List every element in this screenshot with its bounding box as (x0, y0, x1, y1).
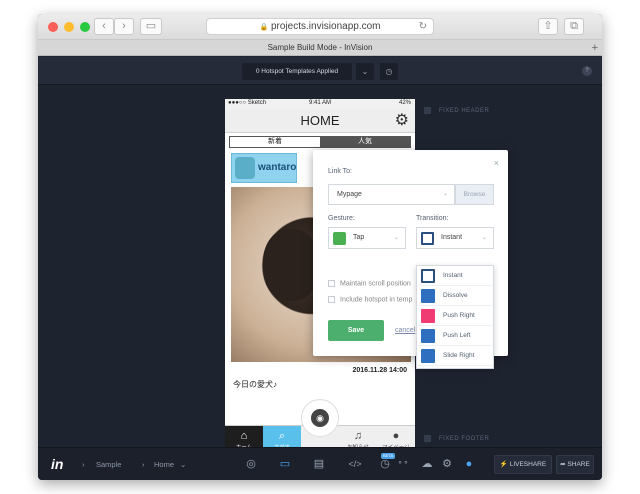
bottom-toolbar: in › Sample › Home ⌄ ◎ ▭ ▤ </> BETA ◷ ⚬⚬… (38, 447, 602, 480)
tab-title[interactable]: Sample Build Mode - InVision (268, 43, 373, 52)
save-button[interactable]: Save (328, 320, 384, 341)
clock-text: 9:41 AM (309, 100, 332, 106)
page-title: HOME (300, 113, 340, 128)
help-icon[interactable]: ? (582, 66, 592, 76)
liveshare-button[interactable]: ⚡ LIVESHARE (494, 455, 552, 474)
build-mode-icon[interactable]: ▭ (278, 457, 292, 471)
transition-option-push-left[interactable]: Push Left (417, 326, 493, 346)
phone-nav-bar: HOME ⚙ (225, 109, 415, 133)
share-button[interactable]: ➦ SHARE (556, 455, 594, 474)
sidebar-icon[interactable]: ▭ (140, 18, 162, 35)
maintain-scroll-checkbox[interactable]: Maintain scroll position (328, 280, 411, 287)
segment-new[interactable]: 新着 (230, 137, 320, 147)
chevron-down-icon: ⌄ (393, 235, 399, 241)
breadcrumb-screen[interactable]: Home (154, 460, 174, 469)
home-icon: ⌂ (240, 430, 248, 442)
carrier-text: ●●●○○ Sketch (228, 100, 267, 106)
browser-titlebar: ‹ › ▭ 🔒 projects.invisionapp.com ↻ ⇧ ⧉ (38, 14, 602, 40)
camera-button[interactable]: ◉ (301, 399, 339, 437)
transition-option-instant[interactable]: Instant (417, 266, 493, 286)
preview-icon[interactable]: ◎ (244, 457, 258, 471)
chevron-down-icon: ⌄ (481, 235, 487, 241)
segment-popular[interactable]: 人気 (320, 137, 410, 147)
templates-caret-icon[interactable]: ⌄ (356, 63, 374, 80)
dog-avatar-icon (235, 157, 255, 179)
post-date: 2016.11.28 14:00 (352, 367, 408, 374)
breadcrumb-separator: › (142, 460, 145, 469)
battery-text: 42% (398, 100, 411, 106)
segmented-control: 新着 人気 (229, 136, 411, 148)
transition-dropdown: Instant Dissolve Push Right Push Left Sl… (416, 265, 494, 369)
transition-option-dissolve[interactable]: Dissolve (417, 286, 493, 306)
history-icon[interactable]: ◷ (378, 457, 392, 471)
breadcrumb-separator: › (82, 460, 85, 469)
comment-icon[interactable]: ▤ (312, 457, 326, 471)
person-icon: ● (392, 430, 400, 442)
include-hotspot-checkbox[interactable]: Include hotspot in temp (328, 296, 412, 303)
search-icon: ⌕ (278, 430, 286, 442)
close-window-button[interactable] (48, 22, 58, 32)
post-caption: 今日の愛犬♪ (233, 380, 277, 389)
link-to-select[interactable]: Mypage ⌄ (328, 184, 455, 205)
build-toolbar: 0 Hotspot Templates Applied ⌄ ◷ ? (38, 57, 602, 85)
transition-label: Transition: (416, 215, 449, 222)
phone-status-bar: ●●●○○ Sketch 9:41 AM 42% (225, 99, 415, 109)
address-bar[interactable]: 🔒 projects.invisionapp.com ↻ (206, 18, 434, 35)
gesture-select[interactable]: Tap ⌄ (328, 227, 406, 249)
zoom-window-button[interactable] (80, 22, 90, 32)
fixed-footer-handle-icon (424, 435, 431, 442)
user-badge[interactable]: wantaro (231, 153, 297, 183)
lightning-icon: ⚡ (499, 461, 508, 468)
push-left-icon (421, 329, 435, 343)
invision-logo[interactable]: in (51, 456, 63, 472)
camera-icon: ◉ (311, 409, 329, 427)
user-name: wantaro (258, 162, 297, 173)
transition-select[interactable]: Instant ⌄ (416, 227, 494, 249)
cancel-link[interactable]: cancel (395, 327, 415, 334)
link-to-label: Link To: (328, 168, 352, 175)
transition-option-push-right[interactable]: Push Right (417, 306, 493, 326)
cloud-icon[interactable]: ☁ (420, 457, 434, 471)
dissolve-icon (421, 289, 435, 303)
reload-icon[interactable]: ↻ (419, 19, 427, 35)
fixed-footer-label[interactable]: FIXED FOOTER (424, 435, 489, 442)
lock-icon: 🔒 (259, 24, 269, 31)
minimize-window-button[interactable] (64, 22, 74, 32)
fixed-header-handle-icon (424, 107, 431, 114)
url-text: projects.invisionapp.com (271, 21, 381, 32)
inspect-icon[interactable]: </> (344, 457, 366, 471)
share-icon[interactable]: ⇧ (538, 18, 558, 35)
tab-bar: Sample Build Mode - InVision + (38, 40, 602, 56)
forward-icon[interactable]: › (114, 18, 134, 35)
gear-icon[interactable]: ⚙ (395, 112, 409, 129)
back-icon[interactable]: ‹ (94, 18, 114, 35)
browser-window: ‹ › ▭ 🔒 projects.invisionapp.com ↻ ⇧ ⧉ S… (38, 14, 602, 480)
share-arrow-icon: ➦ (560, 461, 566, 468)
hotspot-modal: × Link To: Mypage ⌄ Browse Gesture: Tap … (313, 150, 508, 369)
workflow-icon[interactable]: ⚬⚬ (396, 457, 410, 471)
pug-image (263, 229, 319, 301)
gear-icon[interactable]: ⚙ (440, 457, 454, 471)
breadcrumb-project[interactable]: Sample (96, 460, 121, 469)
transition-option-slide-right[interactable]: Slide Right (417, 346, 493, 366)
slide-right-icon (421, 349, 435, 363)
browse-button[interactable]: Browse (455, 184, 494, 205)
chevron-down-icon: ⌄ (442, 191, 448, 197)
push-right-icon (421, 309, 435, 323)
screen-caret-icon[interactable]: ⌄ (180, 460, 186, 469)
fixed-header-label[interactable]: FIXED HEADER (424, 107, 489, 114)
hotspot-templates-button[interactable]: 0 Hotspot Templates Applied (242, 63, 352, 80)
instant-transition-icon (421, 232, 434, 245)
close-icon[interactable]: × (494, 158, 499, 168)
tabs-icon[interactable]: ⧉ (564, 18, 584, 35)
tap-icon (333, 232, 346, 245)
instant-icon (421, 269, 435, 283)
timer-icon[interactable]: ◷ (380, 63, 398, 80)
bell-icon: ♫ (353, 430, 363, 442)
new-tab-icon[interactable]: + (592, 41, 598, 56)
status-dot-icon[interactable]: ● (462, 457, 476, 471)
gesture-label: Gesture: (328, 215, 355, 222)
